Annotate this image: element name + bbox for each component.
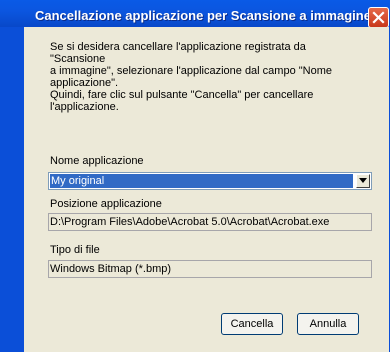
app-path-field: D:\Program Files\Adobe\Acrobat 5.0\Acrob…: [48, 213, 372, 231]
app-name-label: Nome applicazione: [50, 155, 144, 167]
dialog-client-area: Se si desidera cancellare l'applicazione…: [24, 27, 389, 352]
cancel-button[interactable]: Annulla: [297, 313, 359, 335]
close-icon: [372, 11, 385, 24]
title-bar[interactable]: Cancellazione applicazione per Scansione…: [0, 0, 390, 28]
file-type-label: Tipo di file: [50, 244, 100, 256]
instructions-text: Se si desidera cancellare l'applicazione…: [50, 41, 332, 113]
dialog-title: Cancellazione applicazione per Scansione…: [35, 8, 371, 23]
app-name-select[interactable]: My original: [48, 172, 372, 190]
app-path-label: Posizione applicazione: [50, 198, 162, 210]
dropdown-button[interactable]: [356, 174, 370, 188]
close-button[interactable]: [368, 7, 389, 28]
chevron-down-icon: [359, 178, 367, 183]
app-name-selected-value: My original: [50, 174, 353, 188]
file-type-field: Windows Bitmap (*.bmp): [48, 260, 372, 278]
dialog-window: Cancellazione applicazione per Scansione…: [0, 0, 390, 352]
delete-button[interactable]: Cancella: [221, 313, 283, 335]
